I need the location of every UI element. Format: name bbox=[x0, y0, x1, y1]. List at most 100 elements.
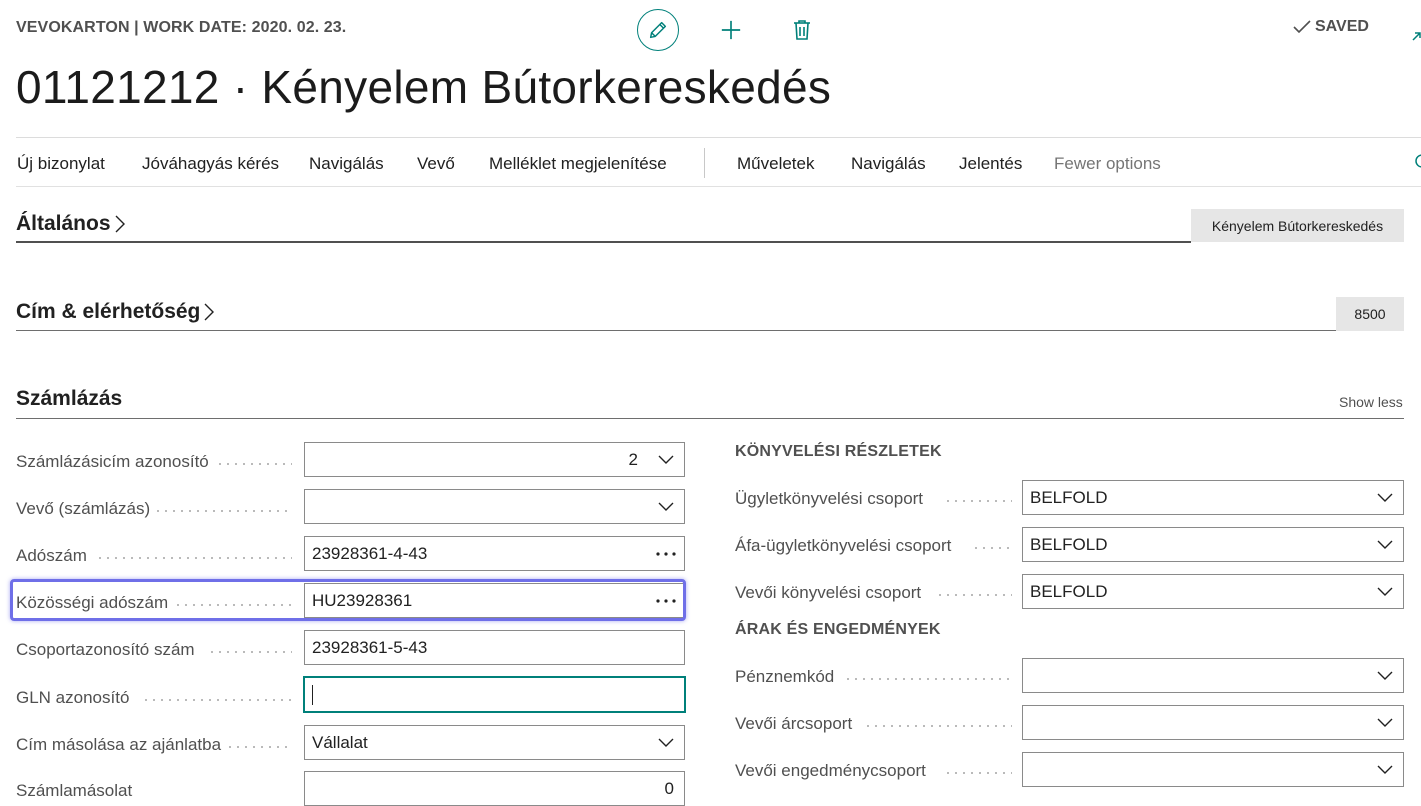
field-leader bbox=[142, 699, 292, 701]
search-icon bbox=[1415, 154, 1421, 168]
field-leader bbox=[944, 500, 1012, 502]
expand-button[interactable] bbox=[1411, 22, 1421, 47]
field-label-currency-code: Pénznemkód bbox=[735, 667, 835, 686]
field-label-bill-to-code: Számlázásicím azonosító bbox=[16, 452, 209, 471]
field-leader bbox=[944, 772, 1012, 774]
dropdown-button[interactable] bbox=[1367, 528, 1403, 561]
plus-icon bbox=[721, 20, 741, 40]
group-id-field[interactable]: 23928361-5-43 bbox=[304, 630, 685, 665]
action-request-approval[interactable]: Jóváhagyás kérés bbox=[142, 154, 279, 174]
dropdown-button[interactable] bbox=[1367, 659, 1403, 692]
action-new-document[interactable]: Új bizonylat bbox=[17, 154, 105, 174]
ellipsis-icon bbox=[656, 551, 676, 556]
field-leader bbox=[972, 547, 1012, 549]
saved-status: SAVED bbox=[1293, 18, 1369, 36]
chevron-down-icon bbox=[658, 502, 674, 511]
action-navigate-secondary[interactable]: Navigálás bbox=[851, 154, 926, 174]
field-label-group-id: Csoportazonosító szám bbox=[16, 640, 195, 659]
field-leader bbox=[226, 746, 292, 748]
saved-label: SAVED bbox=[1315, 18, 1369, 35]
dropdown-button[interactable] bbox=[648, 443, 684, 476]
vat-bus-posting-group-select[interactable]: BELFOLD bbox=[1022, 527, 1404, 562]
field-leader bbox=[864, 725, 1012, 727]
action-customer[interactable]: Vevő bbox=[417, 154, 455, 174]
fasttab-general-summary: Kényelem Bútorkereskedés bbox=[1191, 209, 1404, 242]
action-separator bbox=[704, 148, 705, 178]
dropdown-button[interactable] bbox=[648, 490, 684, 523]
action-reports[interactable]: Jelentés bbox=[959, 154, 1022, 174]
copy-address-select[interactable]: Vállalat bbox=[304, 725, 685, 760]
chevron-right-icon bbox=[115, 215, 125, 233]
bill-to-code-select[interactable]: 2 bbox=[304, 442, 685, 477]
field-value: BELFOLD bbox=[1030, 581, 1108, 601]
field-label-bill-to-customer: Vevő (számlázás) bbox=[16, 499, 151, 518]
fasttab-invoicing-divider bbox=[16, 418, 1404, 419]
search-button[interactable] bbox=[1413, 152, 1421, 177]
vat-number-field[interactable]: 23928361-4-43 bbox=[304, 536, 685, 571]
field-label-gen-bus-posting-group: Ügyletkönyvelési csoport bbox=[735, 489, 924, 508]
fasttab-address-divider bbox=[16, 330, 1336, 331]
customer-disc-group-select[interactable] bbox=[1022, 752, 1404, 787]
edit-button[interactable] bbox=[637, 9, 679, 51]
field-label-customer-disc-group: Vevői engedménycsoport bbox=[735, 761, 926, 780]
action-show-attachments[interactable]: Melléklet megjelenítése bbox=[489, 154, 667, 174]
fasttab-general-divider bbox=[16, 241, 1191, 243]
eu-vat-number-field[interactable]: HU23928361 bbox=[304, 583, 685, 618]
lookup-button[interactable] bbox=[648, 537, 684, 570]
dropdown-button[interactable] bbox=[648, 726, 684, 759]
field-label-gln: GLN azonosító bbox=[16, 688, 130, 707]
field-label-customer-posting-group: Vevői könyvelési csoport bbox=[735, 583, 922, 602]
pencil-icon bbox=[649, 21, 667, 39]
field-label-invoice-copies: Számlamásolat bbox=[16, 781, 133, 800]
gen-bus-posting-group-select[interactable]: BELFOLD bbox=[1022, 480, 1404, 515]
dropdown-button[interactable] bbox=[1367, 706, 1403, 739]
field-label-customer-price-group: Vevői árcsoport bbox=[735, 714, 853, 733]
fasttab-address-summary: 8500 bbox=[1336, 297, 1404, 331]
bill-to-customer-select[interactable] bbox=[304, 489, 685, 524]
customer-price-group-select[interactable] bbox=[1022, 705, 1404, 740]
action-navigate[interactable]: Navigálás bbox=[309, 154, 384, 174]
customer-posting-group-select[interactable]: BELFOLD bbox=[1022, 574, 1404, 609]
field-value: 0 bbox=[664, 778, 674, 798]
currency-code-select[interactable] bbox=[1022, 658, 1404, 693]
ellipsis-icon bbox=[656, 598, 676, 603]
lookup-button[interactable] bbox=[648, 584, 684, 617]
fewer-options-button[interactable]: Fewer options bbox=[1054, 154, 1161, 174]
chevron-down-icon bbox=[658, 455, 674, 464]
field-label-eu-vat-number: Közösségi adószám bbox=[16, 593, 169, 612]
dropdown-button[interactable] bbox=[1367, 481, 1403, 514]
page-title: 01121212 · Kényelem Bútorkereskedés bbox=[16, 61, 832, 113]
field-value: BELFOLD bbox=[1030, 487, 1108, 507]
trash-icon bbox=[794, 20, 810, 40]
chevron-down-icon bbox=[1377, 540, 1393, 549]
fasttab-general-header[interactable]: Általános bbox=[16, 212, 125, 236]
fasttab-general-title: Általános bbox=[16, 212, 111, 235]
field-leader bbox=[216, 463, 292, 465]
delete-button[interactable] bbox=[781, 9, 823, 51]
field-label-vat-number: Adószám bbox=[16, 546, 87, 565]
checkmark-icon bbox=[1293, 20, 1311, 34]
page-context: VEVOKARTON | WORK DATE: 2020. 02. 23. bbox=[16, 19, 347, 36]
field-value: Vállalat bbox=[312, 732, 368, 752]
fasttab-address-header[interactable]: Cím & elérhetőség bbox=[16, 300, 215, 324]
text-cursor bbox=[312, 684, 313, 705]
fasttab-address-title: Cím & elérhetőség bbox=[16, 300, 201, 323]
dropdown-button[interactable] bbox=[1367, 753, 1403, 786]
field-leader bbox=[208, 651, 292, 653]
invoice-copies-field[interactable]: 0 bbox=[304, 771, 685, 806]
field-leader bbox=[154, 510, 292, 512]
dropdown-button[interactable] bbox=[1367, 575, 1403, 608]
chevron-down-icon bbox=[1377, 671, 1393, 680]
fasttab-invoicing-header[interactable]: Számlázás bbox=[16, 387, 122, 411]
field-label-copy-address: Cím másolása az ajánlatba bbox=[16, 735, 222, 754]
chevron-right-icon bbox=[204, 303, 215, 321]
field-leader bbox=[936, 594, 1012, 596]
chevron-down-icon bbox=[1377, 765, 1393, 774]
action-operations[interactable]: Műveletek bbox=[737, 154, 814, 174]
new-button[interactable] bbox=[710, 9, 752, 51]
field-leader bbox=[844, 678, 1012, 680]
field-value: 23928361-4-43 bbox=[312, 543, 428, 563]
gln-field[interactable] bbox=[303, 676, 686, 713]
show-less-button[interactable]: Show less bbox=[1339, 394, 1403, 410]
field-value: BELFOLD bbox=[1030, 534, 1108, 554]
